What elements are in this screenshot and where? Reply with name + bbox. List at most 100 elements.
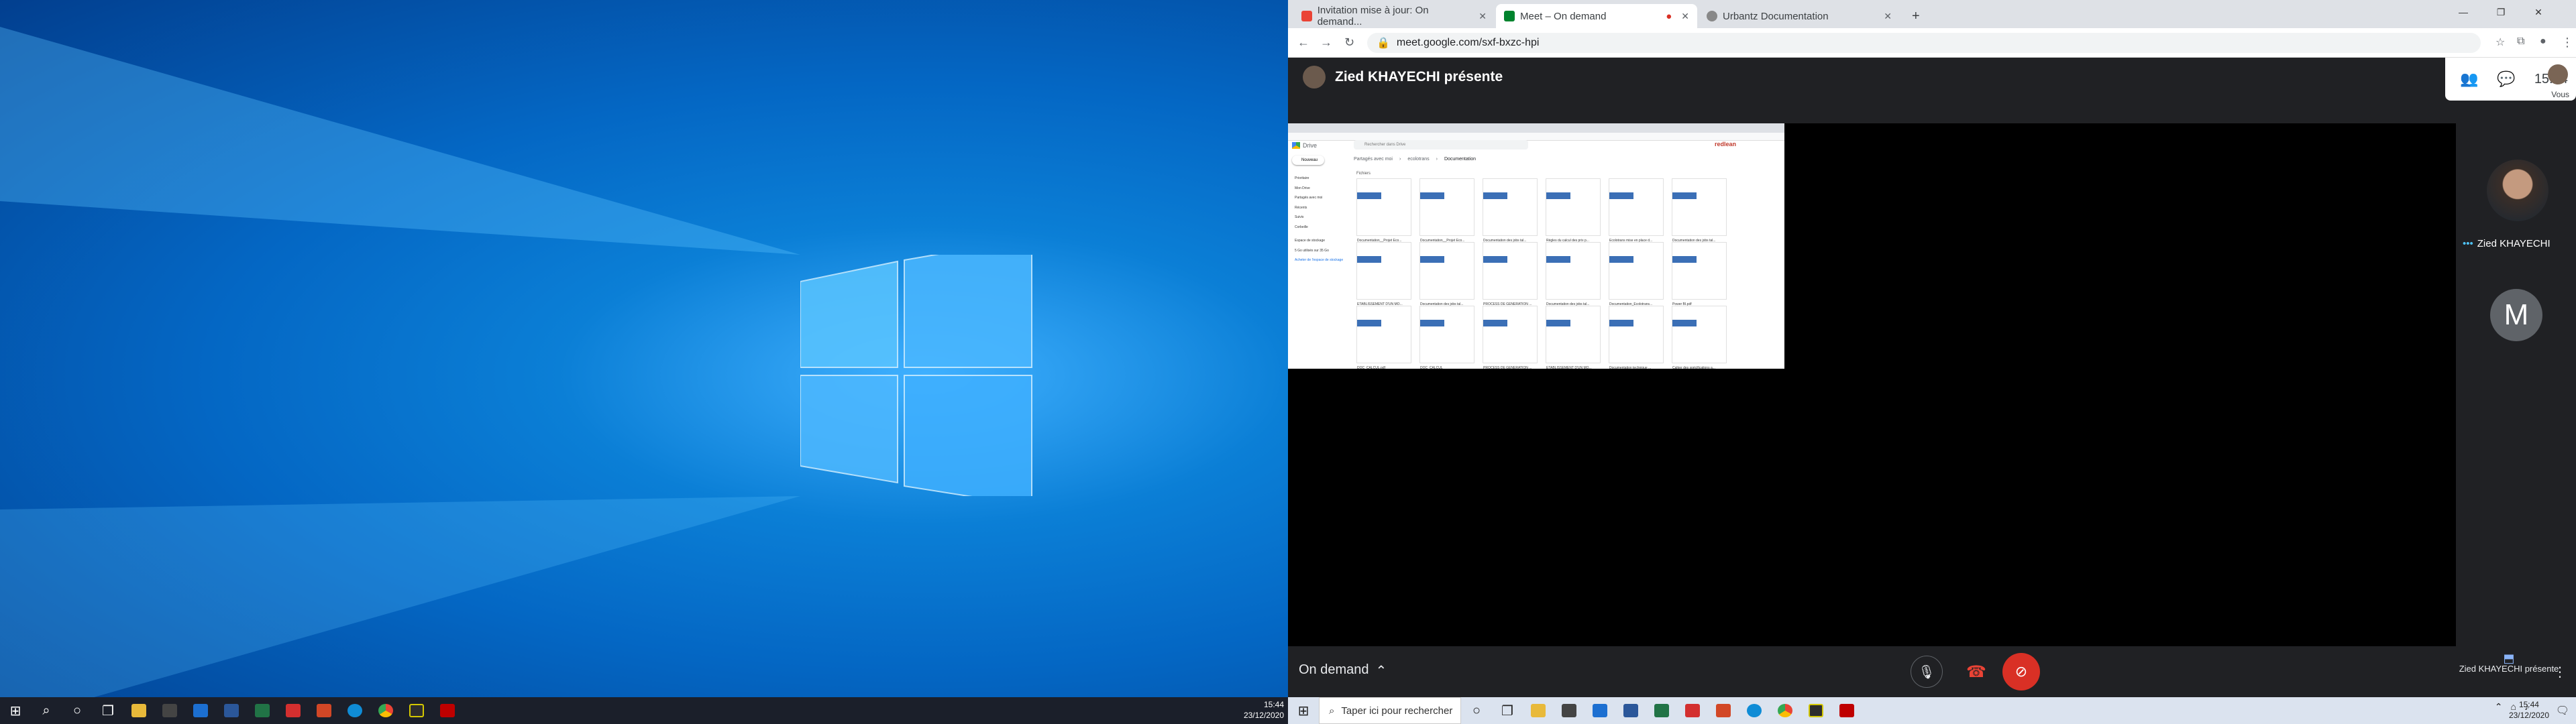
acrobat-icon[interactable] xyxy=(278,697,309,724)
file-thumbnail[interactable]: Documentation_Ecolotrans... xyxy=(1609,242,1664,306)
close-icon[interactable]: ✕ xyxy=(1884,11,1892,22)
task-view-icon[interactable]: ❐ xyxy=(1492,697,1523,724)
file-thumbnail[interactable]: Documentation__Projet Eco... xyxy=(1419,178,1474,243)
file-explorer-icon[interactable] xyxy=(123,697,154,724)
chevron-up-icon[interactable]: ⌃ xyxy=(2495,701,2503,713)
cortana-icon[interactable]: ○ xyxy=(62,697,93,724)
file-thumbnail[interactable]: Power BI.pdf xyxy=(1672,242,1727,306)
file-thumbnail[interactable]: Ecolotrans mise en place d... xyxy=(1609,178,1664,243)
file-thumbnail[interactable]: Documentation__Projet Eco... xyxy=(1356,178,1411,243)
nav-item[interactable]: Récents xyxy=(1295,203,1343,213)
file-thumbnail[interactable]: ETABLISSEMENT D'UN MO... xyxy=(1546,306,1601,370)
file-thumbnail[interactable]: Règles du calcul des prix p... xyxy=(1546,178,1601,243)
file-thumbnail[interactable]: Cahier des spécifications a... xyxy=(1672,306,1727,370)
tab-urbantz[interactable]: Urbantz Documentation ✕ xyxy=(1699,4,1900,28)
nav-item[interactable]: Mon Drive xyxy=(1295,184,1343,194)
file-thumbnail[interactable]: ETABLISSEMENT D'UN MO... xyxy=(1356,242,1411,306)
thumbnail-preview xyxy=(1420,320,1444,326)
omnibox[interactable]: 🔒 meet.google.com/sxf-bxzc-hpi xyxy=(1367,33,2481,53)
meet-top-controls: 👥 💬 15:44 Vous xyxy=(2445,58,2576,101)
nav-item[interactable]: Prioritaire xyxy=(1295,174,1343,184)
storage-label[interactable]: Espace de stockage xyxy=(1295,236,1343,246)
terminal-icon[interactable] xyxy=(401,697,432,724)
minimize-button[interactable]: — xyxy=(2445,0,2482,24)
file-thumbnail[interactable]: Documentation technique ... xyxy=(1609,306,1664,370)
drive-search[interactable]: Rechercher dans Drive xyxy=(1354,140,1528,149)
search-icon[interactable]: ⌕ xyxy=(31,697,62,724)
filezilla-icon[interactable] xyxy=(1831,697,1862,724)
new-button[interactable]: Nouveau xyxy=(1292,156,1324,165)
clock-left[interactable]: 15:44 23/12/2020 xyxy=(1244,699,1284,721)
search-placeholder: Taper ici pour rechercher xyxy=(1341,705,1453,717)
people-icon[interactable]: 👥 xyxy=(2460,70,2478,88)
start-button[interactable]: ⊞ xyxy=(1288,697,1319,724)
maximize-button[interactable]: ❐ xyxy=(2482,0,2520,24)
close-window-button[interactable]: ✕ xyxy=(2520,0,2557,24)
taskbar-search[interactable]: ⌕ Taper ici pour rechercher xyxy=(1319,697,1461,724)
nav-item[interactable]: Suivis xyxy=(1295,213,1343,223)
chat-icon[interactable]: 💬 xyxy=(2497,70,2515,88)
file-name: PROCESS DE GENERATION ... xyxy=(1483,366,1532,370)
new-tab-button[interactable]: + xyxy=(1904,4,1928,28)
close-icon[interactable]: ✕ xyxy=(1479,11,1487,22)
meeting-details[interactable]: On demand ⌃ xyxy=(1299,662,1387,679)
edge-icon[interactable] xyxy=(339,697,370,724)
hang-up-button[interactable]: ☎ xyxy=(1960,656,1992,688)
breadcrumb-item[interactable]: Partagés avec moi xyxy=(1354,157,1393,162)
reload-icon[interactable]: ↻ xyxy=(1344,36,1354,50)
more-options-icon[interactable]: ⋮ xyxy=(2553,664,2567,680)
profile-avatar[interactable]: ● xyxy=(2540,36,2546,48)
powerpoint-icon[interactable] xyxy=(1708,697,1739,724)
buy-storage-link[interactable]: Acheter de l'espace de stockage xyxy=(1295,255,1343,265)
task-view-icon[interactable]: ❐ xyxy=(93,697,123,724)
file-thumbnail[interactable]: DOC_CALCUL xyxy=(1419,306,1474,370)
file-thumbnail[interactable]: Documentation des jobs tal... xyxy=(1483,178,1538,243)
breadcrumb-item[interactable]: ecolotrans xyxy=(1407,157,1429,162)
file-thumbnail[interactable]: PROCESS DE GENERATION ... xyxy=(1483,242,1538,306)
start-button[interactable]: ⊞ xyxy=(0,697,31,724)
menu-icon[interactable]: ⋮ xyxy=(2561,36,2573,50)
nav-item[interactable]: Partagés avec moi xyxy=(1295,193,1343,203)
file-thumbnail[interactable]: Documentation des jobs tal... xyxy=(1546,242,1601,306)
clock-right[interactable]: 15:44 23/12/2020 xyxy=(2509,699,2549,721)
store-icon[interactable] xyxy=(154,697,185,724)
breadcrumb-item[interactable]: Documentation xyxy=(1444,157,1476,162)
chrome-icon[interactable] xyxy=(1770,697,1801,724)
notifications-icon[interactable]: 🗨 xyxy=(2556,704,2569,717)
file-thumbnail[interactable]: PROCESS DE GENERATION ... xyxy=(1483,306,1538,370)
forward-icon[interactable]: → xyxy=(1320,36,1332,50)
store-icon[interactable] xyxy=(1554,697,1585,724)
file-name: DOC_CALCUL.pdf xyxy=(1357,366,1385,370)
close-icon[interactable]: ✕ xyxy=(1681,11,1689,22)
chevron-up-icon: ⌃ xyxy=(1375,664,1387,678)
terminal-icon[interactable] xyxy=(1801,697,1831,724)
camera-off-button[interactable]: ⊘ xyxy=(2002,653,2040,690)
cortana-icon[interactable]: ○ xyxy=(1461,697,1492,724)
star-icon[interactable]: ☆ xyxy=(2496,36,2505,49)
powerpoint-icon[interactable] xyxy=(309,697,339,724)
word-icon[interactable] xyxy=(1615,697,1646,724)
back-icon[interactable]: ← xyxy=(1297,36,1309,50)
word-icon[interactable] xyxy=(216,697,247,724)
filezilla-icon[interactable] xyxy=(432,697,463,724)
mail-icon[interactable] xyxy=(1585,697,1615,724)
tab-gmail[interactable]: Invitation mise à jour: On demand... ✕ xyxy=(1293,4,1495,28)
wallpaper-light-beams xyxy=(0,27,800,724)
mail-icon[interactable] xyxy=(185,697,216,724)
address-bar-row: ← → ↻ 🔒 meet.google.com/sxf-bxzc-hpi ☆ ⧉… xyxy=(1288,28,2576,58)
file-thumbnail[interactable]: DOC_CALCUL.pdf xyxy=(1356,306,1411,370)
mic-button[interactable]: 🎙 xyxy=(1911,656,1943,688)
section-title: Fichiers xyxy=(1356,172,1371,176)
edge-icon[interactable] xyxy=(1739,697,1770,724)
file-thumbnail[interactable]: Documentation des jobs tal... xyxy=(1672,178,1727,243)
extensions-icon[interactable]: ⧉ xyxy=(2517,36,2524,48)
excel-icon[interactable] xyxy=(1646,697,1677,724)
taskbar-right: ⊞ ⌕ Taper ici pour rechercher ○ ❐ ⌃ ⌂ ♪ … xyxy=(1288,697,2576,724)
file-explorer-icon[interactable] xyxy=(1523,697,1554,724)
acrobat-icon[interactable] xyxy=(1677,697,1708,724)
tab-meet[interactable]: Meet – On demand ● ✕ xyxy=(1496,4,1697,28)
excel-icon[interactable] xyxy=(247,697,278,724)
nav-item[interactable]: Corbeille xyxy=(1295,223,1343,233)
file-thumbnail[interactable]: Documentation des jobs tal... xyxy=(1419,242,1474,306)
chrome-icon[interactable] xyxy=(370,697,401,724)
